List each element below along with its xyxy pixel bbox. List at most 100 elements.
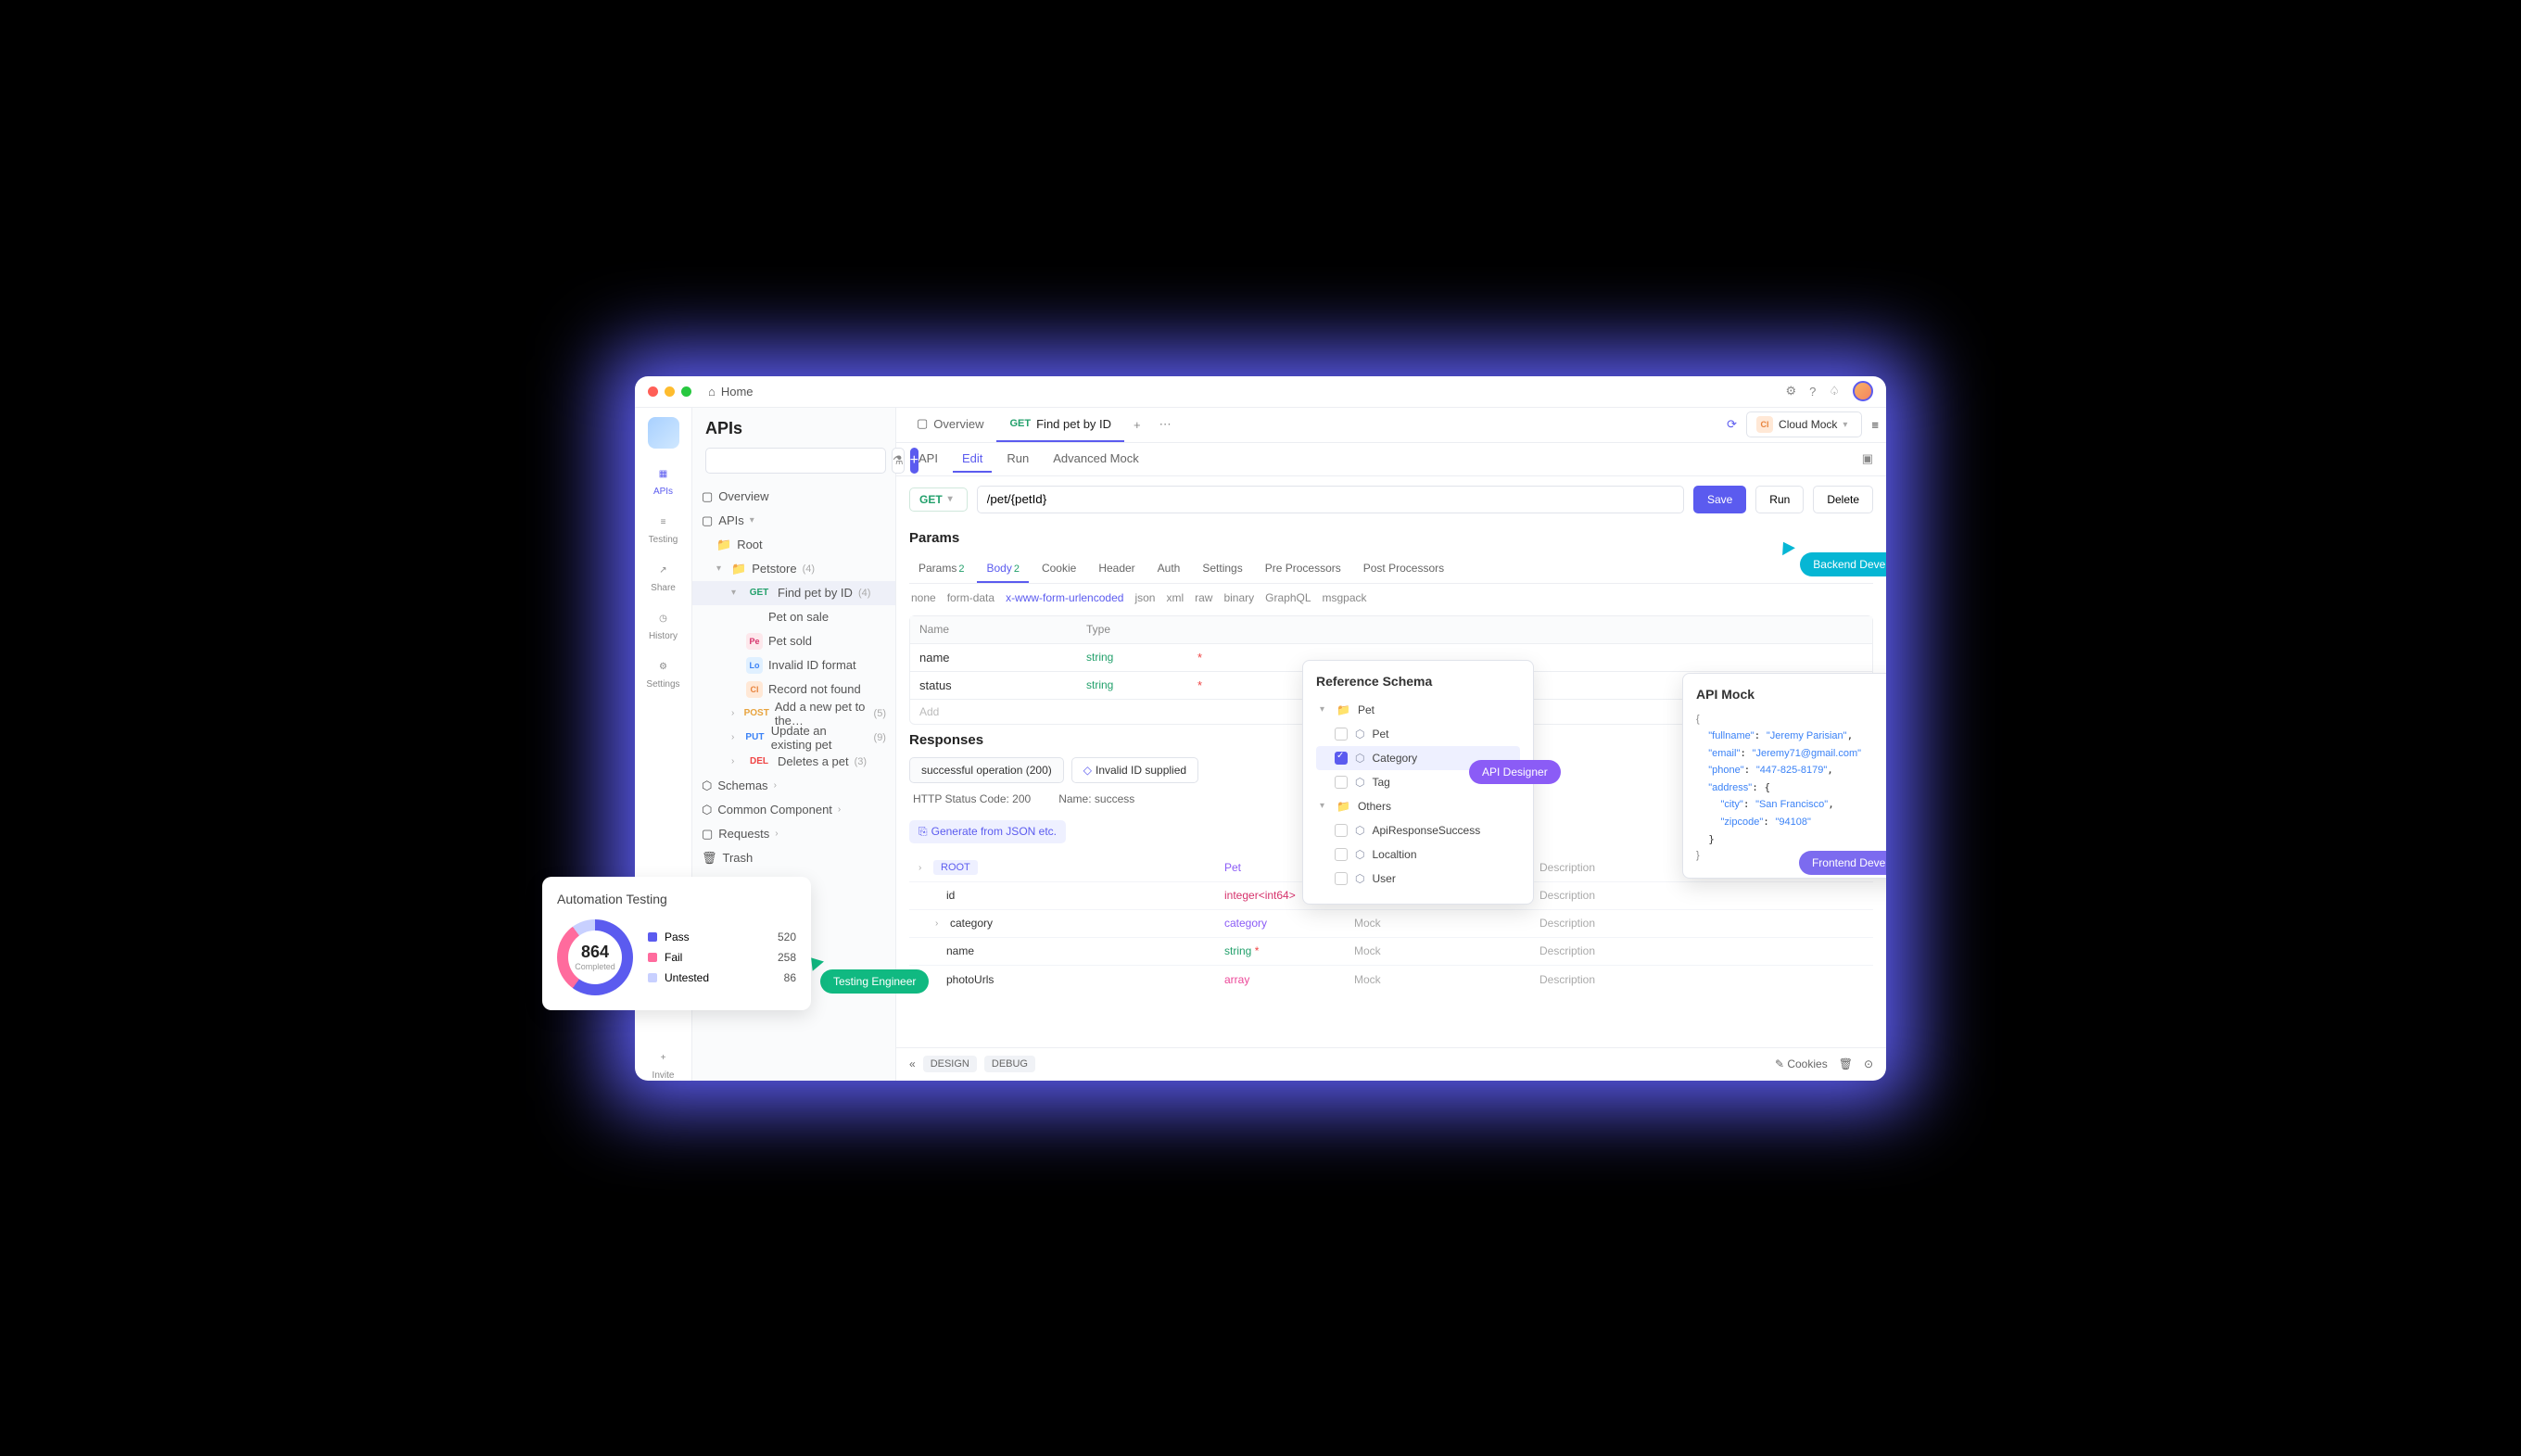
tree-schemas[interactable]: ⬡Schemas› xyxy=(692,774,895,798)
tree-update-pet[interactable]: ›PUTUpdate an existing pet(9) xyxy=(692,726,895,750)
btab-msgpack[interactable]: msgpack xyxy=(1323,591,1367,604)
resp-tab-ok[interactable]: successful operation (200) xyxy=(909,757,1064,783)
tree-pet-onsale[interactable]: Pet on sale xyxy=(692,605,895,629)
tree-petstore[interactable]: ▾📁Petstore(4) xyxy=(692,557,895,581)
schema-row[interactable]: photoUrlsarrayMockDescription xyxy=(909,966,1873,994)
popover-item[interactable]: ⬡Localtion xyxy=(1316,842,1520,867)
tree-common[interactable]: ⬡Common Component› xyxy=(692,798,895,822)
tree-trash[interactable]: 🗑Trash xyxy=(692,846,895,870)
tree-add-pet[interactable]: ›POSTAdd a new pet to the…(5) xyxy=(692,702,895,726)
schema-row[interactable]: ›categorycategoryMockDescription xyxy=(909,910,1873,938)
legend-row: Fail258 xyxy=(648,947,796,968)
ptab-params[interactable]: Params2 xyxy=(909,555,973,583)
ptab-header[interactable]: Header xyxy=(1089,555,1144,583)
help-icon[interactable]: ? xyxy=(1809,385,1816,399)
run-button[interactable]: Run xyxy=(1755,486,1804,513)
avatar[interactable] xyxy=(1853,381,1873,401)
btab-formdata[interactable]: form-data xyxy=(947,591,994,604)
popover-group-others[interactable]: ▾📁Others xyxy=(1316,794,1520,818)
sync-icon[interactable]: ⟳ xyxy=(1727,417,1737,432)
ptab-cookie[interactable]: Cookie xyxy=(1032,555,1085,583)
btab-xwww[interactable]: x-www-form-urlencoded xyxy=(1006,591,1123,604)
rail-item-history[interactable]: ◷ History xyxy=(649,610,678,641)
btab-graphql[interactable]: GraphQL xyxy=(1265,591,1311,604)
tab-overview[interactable]: ▢Overview xyxy=(904,408,996,443)
rail-item-testing[interactable]: ≡ Testing xyxy=(649,513,678,545)
popover-item[interactable]: ⬡User xyxy=(1316,867,1520,891)
bell-icon[interactable]: ♤ xyxy=(1829,384,1840,399)
trash-icon[interactable]: 🗑 xyxy=(1839,1057,1853,1070)
resp-tab-invalid[interactable]: ◇Invalid ID supplied xyxy=(1071,757,1198,783)
search-input[interactable] xyxy=(705,448,886,474)
popover-item[interactable]: ⬡ApiResponseSuccess xyxy=(1316,818,1520,842)
close-icon[interactable] xyxy=(648,386,658,397)
menu-icon[interactable]: ≡ xyxy=(1871,418,1879,432)
legend-row: Pass520 xyxy=(648,927,796,947)
btab-none[interactable]: none xyxy=(911,591,936,604)
param-tabs: Params2 Body2 Cookie Header Auth Setting… xyxy=(909,555,1873,584)
delete-button[interactable]: Delete xyxy=(1813,486,1873,513)
layout-icon[interactable]: ▣ xyxy=(1862,451,1873,466)
btab-binary[interactable]: binary xyxy=(1223,591,1254,604)
workspace-avatar[interactable] xyxy=(648,417,679,449)
btab-xml[interactable]: xml xyxy=(1166,591,1184,604)
environment-select[interactable]: ClCloud Mock▾ xyxy=(1746,411,1862,437)
rail-item-share[interactable]: ↗ Share xyxy=(651,562,676,593)
rail-item-apis[interactable]: ▦ APIs xyxy=(653,465,673,497)
gear-icon[interactable]: ⚙ xyxy=(1785,384,1796,399)
apis-icon: ▦ xyxy=(654,465,673,484)
chevron-down-icon: ▾ xyxy=(750,515,759,525)
sidebar-title: APIs xyxy=(705,419,882,438)
tree-root[interactable]: 📁Root xyxy=(692,533,895,557)
callout-api-designer: API Designer xyxy=(1469,760,1561,784)
cookies-button[interactable]: ✎ Cookies xyxy=(1775,1057,1828,1070)
ptab-settings[interactable]: Settings xyxy=(1193,555,1251,583)
mode-design[interactable]: DESIGN xyxy=(923,1056,977,1072)
home-icon: ⌂ xyxy=(708,385,716,399)
rail-item-settings[interactable]: ⚙ Settings xyxy=(646,658,679,690)
tree-delete-pet[interactable]: ›DELDeletes a pet(3) xyxy=(692,750,895,774)
ptab-pre[interactable]: Pre Processors xyxy=(1256,555,1350,583)
subtab-run[interactable]: Run xyxy=(997,446,1038,473)
maximize-icon[interactable] xyxy=(681,386,691,397)
history-icon: ◷ xyxy=(654,610,673,628)
tab-find-pet[interactable]: GETFind pet by ID xyxy=(996,408,1124,443)
callout-backend: Backend Developer xyxy=(1800,552,1886,576)
tree-overview[interactable]: ▢Overview xyxy=(692,485,895,509)
invite-icon: + xyxy=(654,1049,673,1068)
home-label: Home xyxy=(721,385,754,399)
home-button[interactable]: ⌂ Home xyxy=(708,385,754,399)
share-icon: ↗ xyxy=(654,562,673,580)
api-mock-card: API Mock { "fullname": "Jeremy Parisian"… xyxy=(1682,673,1886,879)
ptab-post[interactable]: Post Processors xyxy=(1354,555,1453,583)
ptab-auth[interactable]: Auth xyxy=(1148,555,1190,583)
view-tabs: API Edit Run Advanced Mock ▣ xyxy=(896,443,1886,476)
generate-button[interactable]: ⎘Generate from JSON etc. xyxy=(909,820,1066,843)
popover-group-pet[interactable]: ▾📁Pet xyxy=(1316,698,1520,722)
tree-find-pet[interactable]: ▾GETFind pet by ID(4) xyxy=(692,581,895,605)
method-select[interactable]: GET▾ xyxy=(909,487,968,512)
mode-debug[interactable]: DEBUG xyxy=(984,1056,1035,1072)
minimize-icon[interactable] xyxy=(665,386,675,397)
btab-raw[interactable]: raw xyxy=(1195,591,1212,604)
tree-invalid-id[interactable]: LoInvalid ID format xyxy=(692,653,895,677)
save-button[interactable]: Save xyxy=(1693,486,1746,513)
subtab-advanced-mock[interactable]: Advanced Mock xyxy=(1044,446,1148,473)
subtab-api[interactable]: API xyxy=(909,446,947,473)
info-icon[interactable]: ⊙ xyxy=(1864,1057,1873,1070)
url-input[interactable] xyxy=(977,486,1684,513)
schema-row[interactable]: namestring *MockDescription xyxy=(909,938,1873,966)
subtab-edit[interactable]: Edit xyxy=(953,446,992,473)
ptab-body[interactable]: Body2 xyxy=(977,555,1028,583)
btab-json[interactable]: json xyxy=(1134,591,1155,604)
window-controls[interactable] xyxy=(648,386,691,397)
tree-not-found[interactable]: ClRecord not found xyxy=(692,677,895,702)
tree-pet-sold[interactable]: PePet sold xyxy=(692,629,895,653)
popover-item[interactable]: ⬡Pet xyxy=(1316,722,1520,746)
tree-requests[interactable]: ▢Requests› xyxy=(692,822,895,846)
tree-apis[interactable]: ▢APIs▾ xyxy=(692,509,895,533)
rail-item-invite[interactable]: + Invite xyxy=(652,1049,675,1081)
mock-code: { "fullname": "Jeremy Parisian", "email"… xyxy=(1696,711,1886,865)
tab-add[interactable]: + xyxy=(1124,418,1150,432)
tab-more[interactable]: ⋯ xyxy=(1150,417,1181,432)
